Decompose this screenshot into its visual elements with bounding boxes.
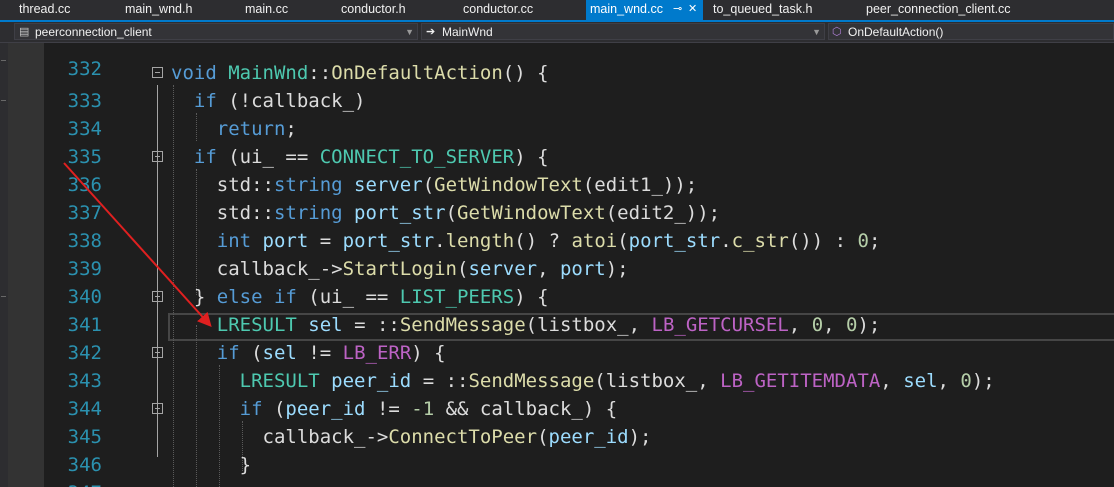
code-line-current: 342 LRESULT sel = ::SendMessage(listbox_… <box>44 311 1114 364</box>
code-text: std::string port_str(GetWindowText(edit2… <box>171 202 721 224</box>
code-text: int port = port_str.length() ? atoi(port… <box>216 230 881 252</box>
code-line: 335 return; <box>44 115 1114 168</box>
document-tab-strip: thread.cc main_wnd.h main.cc conductor.h… <box>0 0 1114 22</box>
code-text: callback_->StartLogin(server, port); <box>171 258 629 280</box>
code-text: } else if (ui_ == LIST_PEERS) { <box>171 286 549 308</box>
project-dropdown[interactable]: ▤ peerconnection_client ▼ <box>14 23 418 40</box>
code-text: std::string server(GetWindowText(edit1_)… <box>171 174 698 196</box>
scope-dropdown[interactable]: ➔ MainWnd ▼ <box>421 23 825 40</box>
code-line: 337 std::string server(GetWindowText(edi… <box>44 171 1114 224</box>
tab-conductor-cc[interactable]: conductor.cc <box>445 0 585 20</box>
code-line: 341 } else if (ui_ == LIST_PEERS) { <box>44 283 1114 336</box>
code-line: 333 void MainWnd::OnDefaultAction() { <box>44 59 1114 112</box>
code-line: 343 if (sel != LB_ERR) { <box>44 339 1114 392</box>
tab-to-queued-task-h[interactable]: to_queued_task.h <box>705 0 845 20</box>
chevron-down-icon: ▼ <box>812 27 821 37</box>
indicator-margin[interactable] <box>8 43 44 487</box>
code-text: if (sel != LB_ERR) { <box>216 342 446 364</box>
project-dropdown-value: peerconnection_client <box>35 25 152 39</box>
tab-label: main_wnd.h <box>125 2 193 16</box>
code-text: } <box>171 454 252 476</box>
code-line: 336 if (ui_ == CONNECT_TO_SERVER) { <box>44 143 1114 196</box>
tab-label: main.cc <box>245 2 289 16</box>
tab-main-cc[interactable]: main.cc <box>228 0 323 20</box>
code-line: 340 callback_->StartLogin(server, port); <box>44 255 1114 308</box>
code-text: if (peer_id != -1 && callback_) { <box>239 398 618 420</box>
chevron-down-icon: ▼ <box>405 27 414 37</box>
tab-label: conductor.h <box>341 2 406 16</box>
code-line: 334 if (!callback_) <box>44 87 1114 140</box>
code-text: if (ui_ == CONNECT_TO_SERVER) { <box>193 146 549 168</box>
code-text: LRESULT peer_id = ::SendMessage(listbox_… <box>239 370 995 392</box>
code-text: callback_->ConnectToPeer(peer_id); <box>171 426 652 448</box>
close-icon[interactable]: ✕ <box>688 0 697 19</box>
tab-peer-connection-client-cc[interactable]: peer_connection_client.cc <box>845 0 1045 20</box>
line-number: 347 <box>58 479 102 487</box>
tab-label: peer_connection_client.cc <box>866 2 1011 16</box>
scope-dropdown-value: MainWnd <box>442 25 493 39</box>
tab-label: thread.cc <box>19 2 71 16</box>
file-icon: ▤ <box>19 26 30 38</box>
code-line: 339 int port = port_str.length() ? atoi(… <box>44 227 1114 280</box>
code-line: 346 callback_->ConnectToPeer(peer_id); <box>44 423 1114 476</box>
code-line: 347 } <box>44 451 1114 487</box>
code-editor[interactable]: 332 333 void MainWnd::OnDefaultAction() … <box>44 43 1114 487</box>
code-line-partial: 332 <box>44 43 1114 80</box>
arrow-right-icon: ➔ <box>426 26 436 38</box>
tab-label: conductor.cc <box>463 2 534 16</box>
vertical-toolbar <box>0 43 8 487</box>
tab-label: to_queued_task.h <box>713 2 813 16</box>
method-icon: ⬡ <box>832 26 842 38</box>
tab-conductor-h[interactable]: conductor.h <box>323 0 443 20</box>
navigation-bar: ▤ peerconnection_client ▼ ➔ MainWnd ▼ ⬡ … <box>0 22 1114 43</box>
member-dropdown-value: OnDefaultAction() <box>848 25 944 39</box>
tab-main-wnd-cc[interactable]: main_wnd.cc ⊸ ✕ <box>586 0 703 20</box>
tab-label: main_wnd.cc <box>590 2 663 16</box>
code-text: void MainWnd::OnDefaultAction() { <box>171 62 549 84</box>
code-line: 345 if (peer_id != -1 && callback_) { <box>44 395 1114 448</box>
tab-main-wnd-h[interactable]: main_wnd.h <box>108 0 218 20</box>
code-line: 344 LRESULT peer_id = ::SendMessage(list… <box>44 367 1114 420</box>
pin-icon[interactable]: ⊸ <box>673 0 682 19</box>
code-text: if (!callback_) <box>193 90 366 112</box>
tab-thread-cc[interactable]: thread.cc <box>0 0 100 20</box>
code-text: return; <box>216 118 297 140</box>
member-dropdown[interactable]: ⬡ OnDefaultAction() <box>828 23 1114 40</box>
code-text: LRESULT sel = ::SendMessage(listbox_, LB… <box>216 314 881 336</box>
code-line: 338 std::string port_str(GetWindowText(e… <box>44 199 1114 252</box>
